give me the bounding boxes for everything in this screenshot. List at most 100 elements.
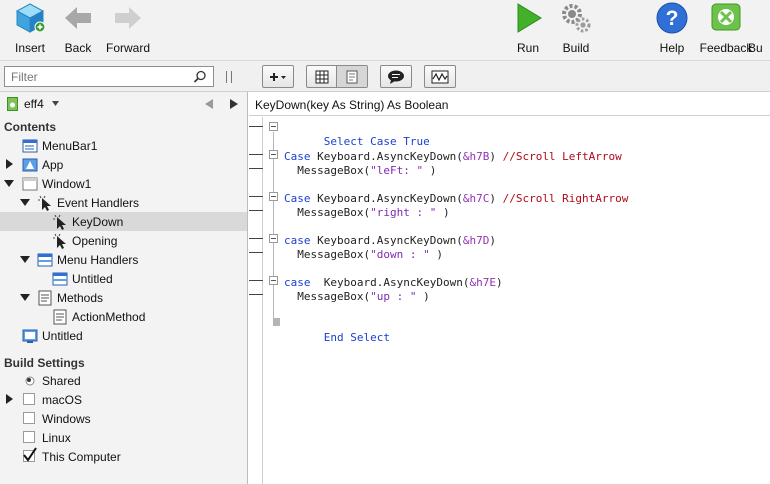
nav-label-this-computer: This Computer	[42, 450, 121, 464]
code-view-button[interactable]	[337, 66, 367, 87]
layout-view-button[interactable]	[307, 66, 337, 87]
code-page-icon	[346, 70, 358, 83]
forward-button[interactable]: Forward	[98, 2, 158, 58]
call-text: MessageBox(	[284, 290, 371, 303]
insert-cube-icon	[15, 3, 46, 33]
this-computer-checkbox[interactable]	[23, 447, 37, 462]
svg-text:?: ?	[666, 7, 679, 30]
nav-item-menubar1[interactable]: MenuBar1	[0, 136, 247, 155]
fold-toggle-icon[interactable]	[269, 150, 278, 159]
macos-checkbox[interactable]	[23, 393, 35, 405]
filter-field[interactable]: Filter	[4, 66, 214, 87]
nav-item-macos[interactable]: macOS	[0, 390, 247, 409]
build-button[interactable]: Build	[546, 2, 606, 58]
method-icon	[53, 309, 67, 325]
fold-toggle-icon[interactable]	[269, 276, 278, 285]
string-literal: "up : "	[370, 290, 417, 303]
nav-label-app: App	[42, 158, 64, 172]
code-line[interactable]: case Keyboard.AsyncKeyDown(&h7E)	[284, 276, 503, 290]
expand-arrow-icon[interactable]	[5, 394, 15, 404]
nav-label-linux: Linux	[42, 431, 71, 445]
nav-item-untitled[interactable]: Untitled	[0, 326, 247, 345]
fold-toggle-icon[interactable]	[269, 122, 278, 131]
method-signature-bar[interactable]: KeyDown(key As String) As Boolean	[249, 92, 770, 116]
run-play-icon	[517, 3, 542, 33]
nav-item-windows[interactable]: Windows	[0, 409, 247, 428]
keyword: Select Case True	[323, 135, 430, 148]
secondary-toolbar: Filter	[0, 60, 770, 92]
fold-guide-end	[273, 318, 280, 326]
line-marker	[249, 168, 263, 169]
editor-gutter	[249, 117, 263, 484]
nav-item-keydown[interactable]: KeyDown	[0, 212, 247, 231]
help-button[interactable]: ? Help	[642, 2, 702, 58]
nav-label-opening: Opening	[72, 234, 118, 248]
comment-part	[381, 66, 411, 87]
fold-toggle-icon[interactable]	[269, 234, 278, 243]
collapse-arrow-icon[interactable]	[4, 178, 14, 188]
nav-label-menubar1: MenuBar1	[42, 139, 98, 153]
close-paren: )	[416, 290, 430, 303]
code-editor: KeyDown(key As String) As Boolean Select…	[249, 92, 770, 484]
nav-item-this-computer[interactable]: This Computer	[0, 447, 247, 466]
code-line[interactable]: Case Keyboard.AsyncKeyDown(&h7B) //Scrol…	[284, 150, 622, 164]
project-file-icon	[7, 97, 18, 111]
view-mode-toggle[interactable]	[306, 65, 368, 88]
collapse-arrow-icon[interactable]	[20, 254, 30, 264]
back-arrow-icon	[65, 7, 91, 29]
main-toolbar: Insert Back Forward Run Build ? Help Fee…	[0, 0, 770, 60]
code-line[interactable]: MessageBox("up : " )	[284, 290, 430, 304]
nav-forward-icon[interactable]	[230, 99, 238, 109]
code-line[interactable]: case Keyboard.AsyncKeyDown(&h7D)	[284, 234, 496, 248]
nav-item-action-method[interactable]: ActionMethod	[0, 307, 247, 326]
project-selector[interactable]: eff4	[0, 92, 248, 116]
nav-item-event-handlers[interactable]: Event Handlers	[0, 193, 247, 212]
search-icon	[193, 70, 206, 83]
line-marker	[249, 126, 263, 127]
nav-label-window1: Window1	[42, 177, 92, 191]
nav-label-keydown: KeyDown	[72, 215, 124, 229]
nav-item-opening[interactable]: Opening	[0, 231, 247, 250]
add-item-part	[263, 66, 293, 87]
linux-checkbox[interactable]	[23, 431, 35, 443]
nav-label-macos: macOS	[42, 393, 83, 407]
string-literal: "right : "	[370, 206, 437, 219]
close-paren: )	[495, 276, 503, 289]
expand-arrow-icon[interactable]	[5, 159, 15, 169]
nav-item-menu-untitled[interactable]: Untitled	[0, 269, 247, 288]
add-item-button[interactable]	[262, 65, 294, 88]
code-line[interactable]: End Select	[284, 318, 390, 344]
fold-toggle-icon[interactable]	[269, 192, 278, 201]
line-marker	[249, 294, 263, 295]
nav-back-icon[interactable]	[205, 99, 213, 109]
filter-placeholder: Filter	[11, 70, 38, 84]
shared-radio-icon	[25, 376, 35, 386]
overflow-button[interactable]: Bu	[748, 2, 770, 58]
collapse-arrow-icon[interactable]	[20, 292, 30, 302]
nav-item-shared[interactable]: Shared	[0, 371, 247, 390]
code-line[interactable]: MessageBox("leFt: " )	[284, 164, 436, 178]
code-line[interactable]: Case Keyboard.AsyncKeyDown(&h7C) //Scrol…	[284, 192, 628, 206]
nav-item-linux[interactable]: Linux	[0, 428, 247, 447]
container-icon	[22, 329, 38, 343]
method-signature: KeyDown(key As String) As Boolean	[255, 98, 449, 112]
feedback-button[interactable]: Feedback	[696, 2, 756, 58]
nav-label-windows: Windows	[42, 412, 91, 426]
code-line[interactable]: MessageBox("down : " )	[284, 248, 443, 262]
nav-item-methods[interactable]: Methods	[0, 288, 247, 307]
code-line[interactable]: Select Case True	[284, 122, 430, 148]
windows-checkbox[interactable]	[23, 412, 35, 424]
profile-button[interactable]	[424, 65, 456, 88]
forward-label: Forward	[105, 41, 150, 55]
nav-item-app[interactable]: App	[0, 155, 247, 174]
splitter-grip-icon[interactable]	[226, 71, 232, 83]
nav-item-window1[interactable]: Window1	[0, 174, 247, 193]
comment-button[interactable]	[380, 65, 412, 88]
nav-item-menu-handlers[interactable]: Menu Handlers	[0, 250, 247, 269]
hex-literal: &h7D	[462, 234, 490, 247]
nav-label-untitled: Untitled	[42, 329, 83, 343]
call-text: Keyboard.AsyncKeyDown(	[310, 234, 463, 247]
collapse-arrow-icon[interactable]	[20, 197, 30, 207]
code-line[interactable]: MessageBox("right : " )	[284, 206, 449, 220]
hex-literal: &h7E	[469, 276, 496, 289]
